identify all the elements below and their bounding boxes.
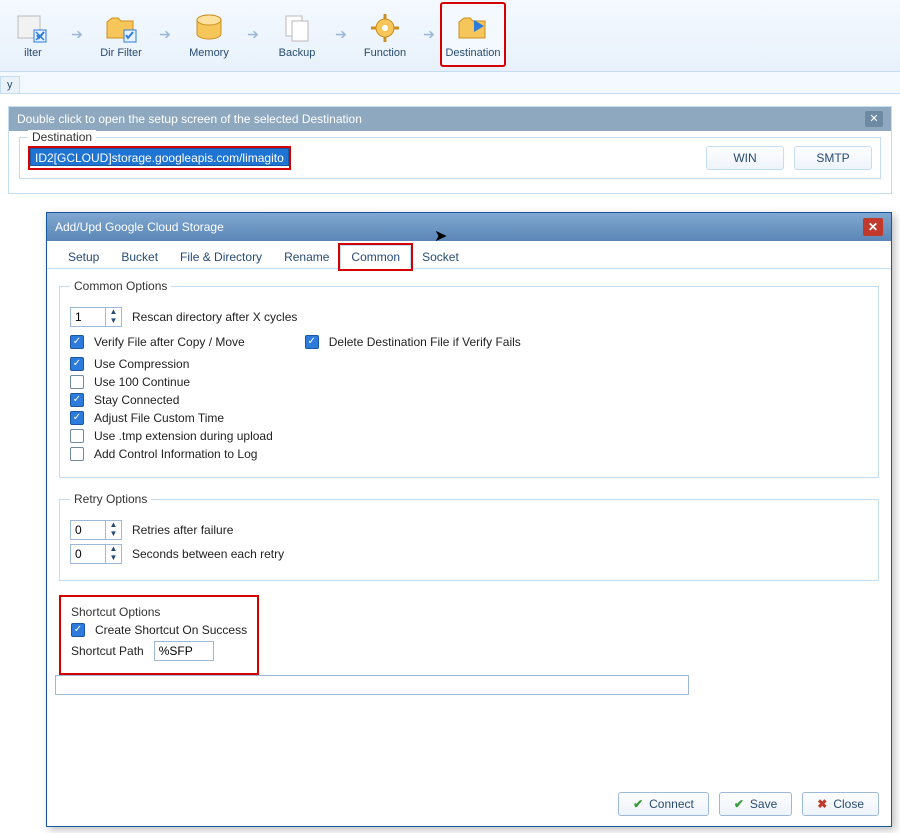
add-ctrl-info-checkbox[interactable]: [70, 447, 84, 461]
retries-stepper[interactable]: ▲▼: [70, 520, 122, 540]
rescan-label: Rescan directory after X cycles: [132, 310, 297, 324]
retry-seconds-stepper[interactable]: ▲▼: [70, 544, 122, 564]
chevron-right-icon: ➔: [154, 26, 176, 43]
chevron-right-icon: ➔: [242, 26, 264, 43]
toolbar-label: Memory: [189, 47, 229, 59]
tab-rename[interactable]: Rename: [273, 245, 340, 268]
fieldset-legend: Destination: [28, 130, 96, 144]
shortcut-path-input-ext[interactable]: [55, 675, 689, 695]
retries-label: Retries after failure: [132, 523, 233, 537]
toolbar-item-backup[interactable]: Backup: [264, 2, 330, 67]
destination-selected-input[interactable]: ID2[GCLOUD]storage.googleapis.com/limagi…: [30, 148, 289, 166]
toolbar-label: Function: [364, 47, 406, 59]
common-options-group: Common Options ▲▼ Rescan directory after…: [59, 279, 879, 478]
stay-connected-label: Stay Connected: [94, 393, 179, 407]
use-compression-checkbox[interactable]: [70, 357, 84, 371]
stay-connected-checkbox[interactable]: [70, 393, 84, 407]
verify-after-copy-label: Verify File after Copy / Move: [94, 335, 245, 349]
toolbar-label: Dir Filter: [100, 47, 142, 59]
database-icon: [191, 11, 227, 45]
retry-seconds-label: Seconds between each retry: [132, 547, 284, 561]
destination-panel-title: Double click to open the setup screen of…: [17, 112, 362, 126]
tab-setup[interactable]: Setup: [57, 245, 110, 268]
group-legend: Common Options: [70, 279, 171, 293]
retry-seconds-input[interactable]: [71, 547, 105, 561]
dialog-title: Add/Upd Google Cloud Storage: [55, 220, 224, 234]
delete-if-verify-fails-checkbox[interactable]: [305, 335, 319, 349]
gear-icon: [367, 11, 403, 45]
rescan-cycles-stepper[interactable]: ▲▼: [70, 307, 122, 327]
tab-file-directory[interactable]: File & Directory: [169, 245, 273, 268]
close-icon[interactable]: ✕: [865, 111, 883, 127]
mini-tab[interactable]: y: [0, 76, 20, 93]
destination-redbox: ID2[GCLOUD]storage.googleapis.com/limagi…: [28, 146, 291, 170]
close-icon[interactable]: ✕: [863, 218, 883, 236]
toolbar-item-destination[interactable]: Destination: [440, 2, 506, 67]
use-100-continue-label: Use 100 Continue: [94, 375, 190, 389]
shortcut-path-input[interactable]: [154, 641, 214, 661]
shortcut-redbox: Shortcut Options Create Shortcut On Succ…: [59, 595, 259, 675]
spinner-down-icon[interactable]: ▼: [105, 554, 121, 563]
connect-label: Connect: [649, 797, 694, 811]
folder-destination-icon: [455, 11, 491, 45]
tab-socket[interactable]: Socket: [411, 245, 470, 268]
toolbar-label: Destination: [445, 47, 500, 59]
main-toolbar: ilter ➔ Dir Filter ➔ Memory ➔ Backup ➔ F…: [0, 0, 900, 72]
use-tmp-ext-label: Use .tmp extension during upload: [94, 429, 273, 443]
adjust-file-custom-time-checkbox[interactable]: [70, 411, 84, 425]
create-shortcut-label: Create Shortcut On Success: [95, 623, 247, 637]
retry-options-group: Retry Options ▲▼ Retries after failure ▲…: [59, 492, 879, 581]
smtp-button[interactable]: SMTP: [794, 146, 872, 170]
verify-after-copy-checkbox[interactable]: [70, 335, 84, 349]
check-icon: ✔: [734, 797, 744, 811]
close-button[interactable]: ✖ Close: [802, 792, 879, 816]
destination-panel-header: Double click to open the setup screen of…: [9, 107, 891, 131]
spinner-down-icon[interactable]: ▼: [105, 317, 121, 326]
rescan-cycles-input[interactable]: [71, 310, 105, 324]
tab-common[interactable]: Common: [340, 245, 411, 269]
check-icon: ✔: [633, 797, 643, 811]
use-compression-label: Use Compression: [94, 357, 189, 371]
group-legend: Shortcut Options: [71, 605, 247, 619]
dialog-tabs: Setup Bucket File & Directory Rename Com…: [47, 241, 891, 269]
chevron-right-icon: ➔: [330, 26, 352, 43]
connect-button[interactable]: ✔ Connect: [618, 792, 709, 816]
folder-filter-icon: [103, 11, 139, 45]
toolbar-item-memory[interactable]: Memory: [176, 2, 242, 67]
chevron-right-icon: ➔: [66, 26, 88, 43]
win-button[interactable]: WIN: [706, 146, 784, 170]
filter-icon: [15, 11, 51, 45]
tab-bucket[interactable]: Bucket: [110, 245, 169, 268]
save-button[interactable]: ✔ Save: [719, 792, 792, 816]
dialog-body: Common Options ▲▼ Rescan directory after…: [47, 269, 891, 705]
adjust-file-custom-time-label: Adjust File Custom Time: [94, 411, 224, 425]
toolbar-item-filter[interactable]: ilter: [0, 2, 66, 67]
toolbar-item-function[interactable]: Function: [352, 2, 418, 67]
toolbar-label: Backup: [279, 47, 316, 59]
chevron-right-icon: ➔: [418, 26, 440, 43]
dialog-footer: ✔ Connect ✔ Save ✖ Close: [618, 792, 879, 816]
destination-fieldset: Destination ID2[GCLOUD]storage.googleapi…: [19, 137, 881, 179]
gcloud-dialog: Add/Upd Google Cloud Storage ✕ Setup Buc…: [46, 212, 892, 827]
add-ctrl-info-label: Add Control Information to Log: [94, 447, 257, 461]
close-label: Close: [833, 797, 864, 811]
secondary-tabrow: y: [0, 72, 900, 94]
use-tmp-ext-checkbox[interactable]: [70, 429, 84, 443]
shortcut-path-label: Shortcut Path: [71, 644, 144, 658]
retries-input[interactable]: [71, 523, 105, 537]
toolbar-item-dir-filter[interactable]: Dir Filter: [88, 2, 154, 67]
shortcut-options-group: Shortcut Options Create Shortcut On Succ…: [63, 599, 255, 671]
delete-if-verify-fails-label: Delete Destination File if Verify Fails: [329, 335, 521, 349]
create-shortcut-checkbox[interactable]: [71, 623, 85, 637]
documents-icon: [279, 11, 315, 45]
toolbar-label: ilter: [24, 47, 42, 59]
spinner-down-icon[interactable]: ▼: [105, 530, 121, 539]
save-label: Save: [750, 797, 777, 811]
dialog-titlebar[interactable]: Add/Upd Google Cloud Storage ✕: [47, 213, 891, 241]
use-100-continue-checkbox[interactable]: [70, 375, 84, 389]
destination-panel: Double click to open the setup screen of…: [8, 106, 892, 194]
close-icon: ✖: [817, 797, 827, 811]
group-legend: Retry Options: [70, 492, 151, 506]
